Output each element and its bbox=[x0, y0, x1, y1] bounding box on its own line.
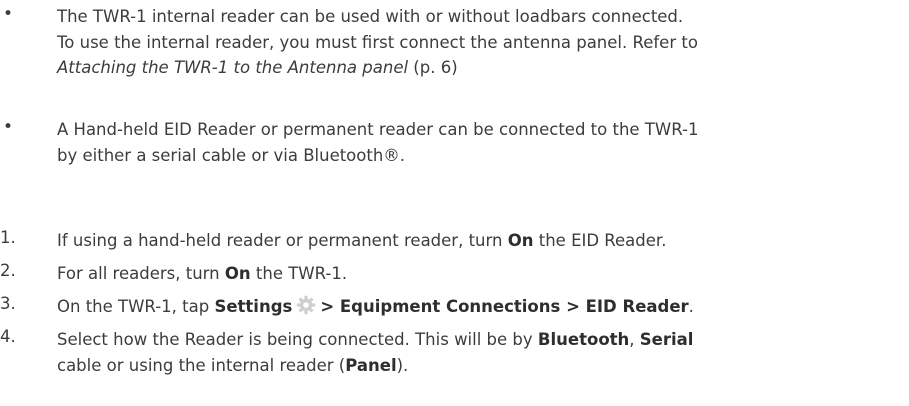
step-text-segment: If using a hand-held reader or permanent… bbox=[57, 231, 508, 250]
step-number: 1. bbox=[0, 228, 16, 247]
step-text-segment: For all readers, turn bbox=[57, 264, 225, 283]
step-emphasis: On bbox=[224, 264, 251, 283]
bullet-text: The TWR-1 internal reader can be used wi… bbox=[57, 4, 909, 81]
step-text: On the TWR-1, tap Settings > Equipment Co… bbox=[57, 294, 909, 320]
bullet-line: The TWR-1 internal reader can be used wi… bbox=[57, 7, 684, 26]
step-number: 3. bbox=[0, 294, 16, 313]
bullet-line: A Hand-held EID Reader or permanent read… bbox=[57, 120, 699, 139]
settings-label: Settings bbox=[214, 297, 293, 316]
bullet-text: A Hand-held EID Reader or permanent read… bbox=[57, 117, 909, 168]
step-text-segment: ). bbox=[396, 355, 409, 375]
gear-icon bbox=[296, 295, 316, 315]
bullet-line: To use the internal reader, you must fir… bbox=[57, 32, 698, 52]
separator: , bbox=[629, 330, 640, 349]
bullet-line: by either a serial cable or via Bluetoot… bbox=[57, 145, 406, 165]
bullet-marker: • bbox=[3, 117, 14, 137]
cross-reference-link[interactable]: Attaching the TWR-1 to the Antenna panel bbox=[57, 58, 408, 77]
document-page: • The TWR-1 internal reader can be used … bbox=[0, 0, 909, 406]
step-text: If using a hand-held reader or permanent… bbox=[57, 228, 909, 254]
option-bluetooth: Bluetooth bbox=[537, 330, 630, 349]
step-text: For all readers, turn On the TWR-1. bbox=[57, 261, 909, 287]
bullet-line: Attaching the TWR-1 to the Antenna panel… bbox=[57, 55, 909, 81]
step-number: 2. bbox=[0, 261, 16, 280]
step-number: 4. bbox=[0, 327, 16, 346]
step-text-segment: Select how the Reader is being connected… bbox=[57, 330, 538, 349]
step-text: Select how the Reader is being connected… bbox=[57, 327, 909, 378]
step-text-segment: the TWR-1. bbox=[250, 264, 348, 283]
option-panel: Panel bbox=[345, 355, 397, 375]
step-emphasis: On bbox=[507, 231, 534, 250]
menu-path: > Equipment Connections > EID Reader bbox=[320, 297, 689, 316]
bullet-marker: • bbox=[3, 4, 14, 24]
step-text-segment: the EID Reader. bbox=[533, 231, 667, 250]
page-reference: (p. 6) bbox=[408, 58, 458, 77]
step-text-segment: On the TWR-1, tap bbox=[57, 297, 215, 316]
step-text-segment: . bbox=[688, 297, 694, 316]
step-text-segment: cable or using the internal reader ( bbox=[57, 355, 346, 375]
option-serial: Serial bbox=[639, 330, 694, 349]
